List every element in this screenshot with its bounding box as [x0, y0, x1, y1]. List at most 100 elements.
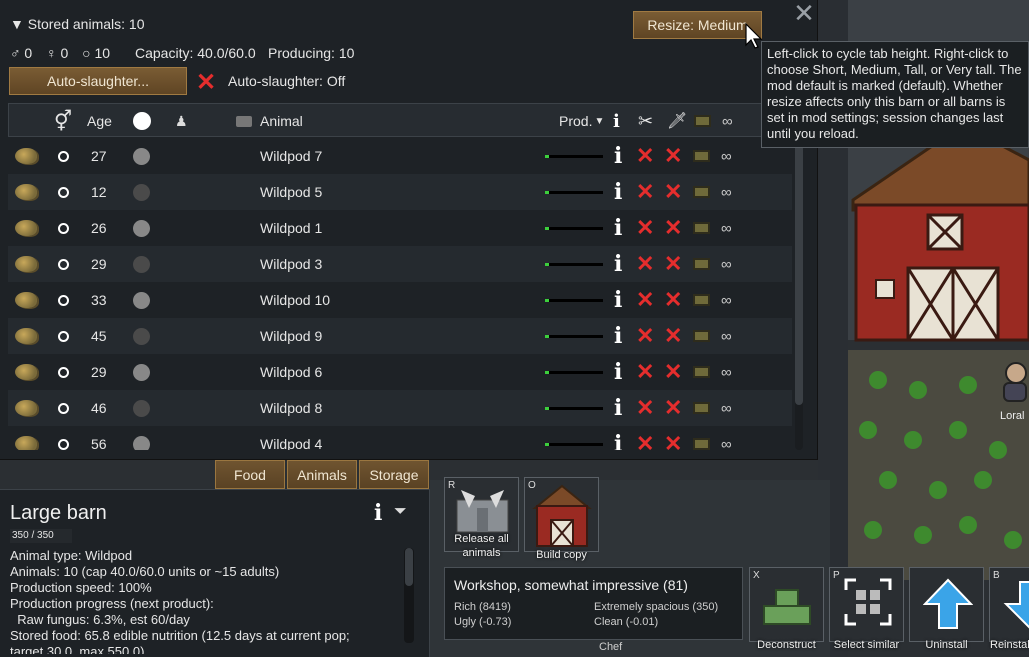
binoculars-icon[interactable]: ∞ — [721, 354, 732, 390]
wildpod-icon[interactable] — [15, 174, 37, 210]
table-row[interactable]: 29 Wildpod 3 i ✕ ✕ ∞ — [8, 246, 792, 282]
tab-food[interactable]: Food — [215, 460, 285, 489]
binoculars-icon[interactable]: ∞ — [721, 282, 732, 318]
table-row[interactable]: 27 Wildpod 7 i ✕ ✕ ∞ — [8, 138, 792, 174]
info-icon[interactable]: i — [614, 174, 622, 210]
info-icon[interactable]: i — [614, 390, 622, 426]
inspect-scrollbar[interactable] — [404, 548, 414, 643]
wildpod-icon[interactable] — [15, 318, 37, 354]
inspect-scrollbar-thumb[interactable] — [405, 548, 413, 586]
medical-kit-column-icon[interactable] — [694, 104, 711, 138]
close-icon[interactable]: ✕ — [793, 0, 815, 26]
info-column-icon[interactable]: i — [613, 104, 620, 138]
medical-icon[interactable] — [693, 426, 710, 450]
butcher-off-icon[interactable]: ✕ — [664, 246, 682, 282]
butcher-off-icon[interactable]: ✕ — [664, 138, 682, 174]
table-row[interactable]: 29 Wildpod 6 i ✕ ✕ ∞ — [8, 354, 792, 390]
release-all-animals-button[interactable]: R Release all animals — [444, 477, 519, 559]
medical-icon[interactable] — [693, 390, 710, 426]
wildpod-icon[interactable] — [15, 138, 37, 174]
uninstall-button[interactable]: Uninstall — [909, 567, 984, 651]
build-copy-button[interactable]: O Build copy — [524, 477, 599, 561]
butcher-off-icon[interactable]: ✕ — [664, 390, 682, 426]
resize-button[interactable]: Resize: Medium — [633, 11, 762, 39]
slaughter-off-icon[interactable]: ✕ — [636, 210, 654, 246]
slaughter-column-icon[interactable]: ✂ — [638, 104, 653, 138]
table-row[interactable]: 26 Wildpod 1 i ✕ ✕ ∞ — [8, 210, 792, 246]
binoculars-icon[interactable]: ∞ — [721, 138, 732, 174]
inspect-info-icon[interactable]: i — [374, 500, 382, 526]
table-row[interactable]: 45 Wildpod 9 i ✕ ✕ ∞ — [8, 318, 792, 354]
slaughter-off-icon[interactable]: ✕ — [636, 426, 654, 450]
barn-building-sprite[interactable] — [848, 120, 1029, 345]
info-icon[interactable]: i — [614, 138, 622, 174]
slaughter-off-icon[interactable]: ✕ — [636, 138, 654, 174]
table-scrollbar[interactable] — [795, 140, 803, 450]
binoculars-icon[interactable]: ∞ — [721, 246, 732, 282]
tab-storage[interactable]: Storage — [359, 460, 429, 489]
info-icon[interactable]: i — [614, 210, 622, 246]
animal-name[interactable]: Wildpod 5 — [260, 174, 322, 210]
animal-name[interactable]: Wildpod 7 — [260, 138, 322, 174]
binoculars-icon[interactable]: ∞ — [721, 210, 732, 246]
wildpod-icon[interactable] — [15, 426, 37, 450]
slaughter-off-icon[interactable]: ✕ — [636, 318, 654, 354]
binoculars-column-icon[interactable]: ∞ — [722, 104, 733, 138]
butcher-off-icon[interactable]: ✕ — [664, 210, 682, 246]
animal-name[interactable]: Wildpod 6 — [260, 354, 322, 390]
info-icon[interactable]: i — [614, 282, 622, 318]
butcher-off-icon[interactable]: ✕ — [664, 318, 682, 354]
binoculars-icon[interactable]: ∞ — [721, 174, 732, 210]
medical-icon[interactable] — [693, 282, 710, 318]
medical-icon[interactable] — [693, 174, 710, 210]
butcher-off-icon[interactable]: ✕ — [664, 174, 682, 210]
medical-column-icon[interactable] — [236, 104, 252, 138]
table-scrollbar-thumb[interactable] — [795, 140, 803, 405]
medical-icon[interactable] — [693, 210, 710, 246]
slaughter-off-icon[interactable]: ✕ — [636, 246, 654, 282]
wildpod-icon[interactable] — [15, 282, 37, 318]
auto-slaughter-button[interactable]: Auto-slaughter... — [9, 67, 187, 95]
binoculars-icon[interactable]: ∞ — [721, 318, 732, 354]
slaughter-off-icon[interactable]: ✕ — [636, 390, 654, 426]
reinstall-button[interactable]: B Reinstall — [989, 567, 1029, 651]
medical-icon[interactable] — [693, 246, 710, 282]
animal-name[interactable]: Wildpod 3 — [260, 246, 322, 282]
info-icon[interactable]: i — [614, 354, 622, 390]
butcher-off-icon[interactable]: ✕ — [664, 282, 682, 318]
wildpod-icon[interactable] — [15, 354, 37, 390]
info-icon[interactable]: i — [614, 426, 622, 450]
table-row[interactable]: 12 Wildpod 5 i ✕ ✕ ∞ — [8, 174, 792, 210]
binoculars-icon[interactable]: ∞ — [721, 390, 732, 426]
medical-icon[interactable] — [693, 138, 710, 174]
wildpod-icon[interactable] — [15, 390, 37, 426]
colonist-pawn[interactable] — [1003, 362, 1027, 402]
binoculars-icon[interactable]: ∞ — [721, 426, 732, 451]
table-row[interactable]: 33 Wildpod 10 i ✕ ✕ ∞ — [8, 282, 792, 318]
health-column-icon[interactable] — [133, 104, 151, 138]
info-icon[interactable]: i — [614, 318, 622, 354]
animal-column-header[interactable]: Animal — [260, 104, 303, 138]
wildpod-icon[interactable] — [15, 246, 37, 282]
table-row[interactable]: 56 Wildpod 4 i ✕ ✕ ∞ — [8, 426, 792, 450]
animal-name[interactable]: Wildpod 8 — [260, 390, 322, 426]
animal-name[interactable]: Wildpod 4 — [260, 426, 322, 450]
butcher-off-icon[interactable]: ✕ — [664, 426, 682, 450]
animal-name[interactable]: Wildpod 1 — [260, 210, 322, 246]
slaughter-off-icon[interactable]: ✕ — [636, 354, 654, 390]
collapse-chevron-icon[interactable]: ⏷ — [394, 503, 407, 521]
table-row[interactable]: 46 Wildpod 8 i ✕ ✕ ∞ — [8, 390, 792, 426]
medical-icon[interactable] — [693, 318, 710, 354]
pregnancy-column-icon[interactable]: ♟ — [175, 104, 188, 138]
select-similar-button[interactable]: P Select similar — [829, 567, 904, 651]
wildpod-icon[interactable] — [15, 210, 37, 246]
animal-name[interactable]: Wildpod 9 — [260, 318, 322, 354]
deconstruct-button[interactable]: X Deconstruct — [749, 567, 824, 651]
prod-column-header[interactable]: Prod. ▼ — [559, 104, 604, 138]
slaughter-off-icon[interactable]: ✕ — [636, 174, 654, 210]
slaughter-off-icon[interactable]: ✕ — [636, 282, 654, 318]
age-column-header[interactable]: Age — [87, 104, 112, 138]
tab-animals[interactable]: Animals — [287, 460, 357, 489]
info-icon[interactable]: i — [614, 246, 622, 282]
animal-name[interactable]: Wildpod 10 — [260, 282, 330, 318]
